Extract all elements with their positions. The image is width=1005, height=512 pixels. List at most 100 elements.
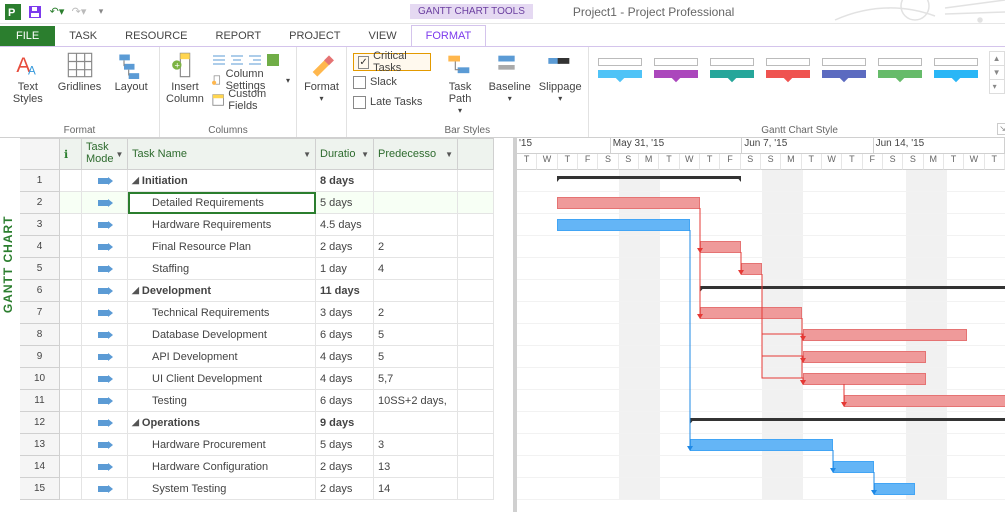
tab-task[interactable]: TASK <box>55 26 111 46</box>
critical-task-bar[interactable] <box>844 395 1005 407</box>
baseline-button[interactable]: Baseline▾ <box>489 51 531 104</box>
row-header[interactable]: 11 <box>20 390 60 412</box>
row-header[interactable]: 8 <box>20 324 60 346</box>
critical-task-bar[interactable] <box>803 329 967 341</box>
slippage-button[interactable]: Slippage▾ <box>539 51 582 104</box>
tab-file[interactable]: FILE <box>0 26 55 46</box>
group-label-ganttstyle: Gantt Chart Style <box>595 125 1005 137</box>
table-row[interactable]: Detailed Requirements5 days <box>60 192 513 214</box>
layout-button[interactable]: Layout <box>109 51 153 93</box>
column-header-info[interactable]: ℹ <box>60 138 82 170</box>
row-header[interactable]: 6 <box>20 280 60 302</box>
gantt-style-gallery[interactable] <box>595 51 981 87</box>
table-row[interactable]: Testing6 days10SS+2 days, <box>60 390 513 412</box>
table-row[interactable]: Hardware Configuration2 days13 <box>60 456 513 478</box>
summary-bar[interactable] <box>700 286 1005 289</box>
task-bar[interactable] <box>833 461 874 473</box>
qat-customize-icon[interactable]: ▾ <box>92 3 110 21</box>
save-icon[interactable] <box>26 3 44 21</box>
row-header[interactable]: 14 <box>20 456 60 478</box>
timescale-day: T <box>517 154 537 170</box>
summary-bar[interactable] <box>557 176 741 179</box>
custom-fields-button[interactable]: Custom Fields <box>212 91 290 109</box>
timescale-day: S <box>883 154 903 170</box>
table-row[interactable]: Final Resource Plan2 days2 <box>60 236 513 258</box>
table-row[interactable]: Technical Requirements3 days2 <box>60 302 513 324</box>
gantt-row <box>517 280 1005 302</box>
column-settings-button[interactable]: Column Settings▾ <box>212 71 290 89</box>
column-header-predecessors[interactable]: Predecesso▼ <box>374 138 458 170</box>
slack-checkbox[interactable]: Slack <box>353 73 431 91</box>
format-button[interactable]: Format▾ <box>303 51 340 104</box>
table-row[interactable]: System Testing2 days14 <box>60 478 513 500</box>
table-row[interactable]: ◢Operations9 days <box>60 412 513 434</box>
row-header[interactable]: 13 <box>20 434 60 456</box>
timescale-day: W <box>537 154 557 170</box>
row-header[interactable]: 15 <box>20 478 60 500</box>
table-row[interactable]: ◢Development11 days <box>60 280 513 302</box>
critical-task-bar[interactable] <box>557 197 700 209</box>
critical-tasks-checkbox[interactable]: Critical Tasks <box>353 53 431 71</box>
table-row[interactable]: Hardware Requirements4.5 days <box>60 214 513 236</box>
gallery-scroll-up-icon[interactable]: ▲ <box>990 52 1004 66</box>
redo-icon[interactable]: ↷▾ <box>70 3 88 21</box>
task-bar[interactable] <box>557 219 690 231</box>
table-row[interactable]: UI Client Development4 days5,7 <box>60 368 513 390</box>
table-row[interactable]: Staffing1 day4 <box>60 258 513 280</box>
table-row[interactable]: Database Development6 days5 <box>60 324 513 346</box>
column-header-mode[interactable]: Task Mode▼ <box>82 138 128 170</box>
timescale-major: Jun 14, '15 <box>874 138 1005 154</box>
row-header[interactable]: 1 <box>20 170 60 192</box>
late-tasks-checkbox[interactable]: Late Tasks <box>353 93 431 111</box>
style-swatch[interactable] <box>875 51 925 87</box>
dialog-launcher-icon[interactable]: ↘ <box>997 123 1005 135</box>
row-header[interactable]: 10 <box>20 368 60 390</box>
style-swatch[interactable] <box>707 51 757 87</box>
gridlines-button[interactable]: Gridlines <box>58 51 102 93</box>
row-header[interactable]: 12 <box>20 412 60 434</box>
chevron-down-icon: ▼ <box>361 150 369 159</box>
gallery-expand-icon[interactable]: ▾ <box>990 80 1004 93</box>
critical-task-bar[interactable] <box>803 351 926 363</box>
row-header[interactable]: 4 <box>20 236 60 258</box>
summary-bar[interactable] <box>690 418 1005 421</box>
gantt-row <box>517 214 1005 236</box>
table-row[interactable]: ◢Initiation8 days <box>60 170 513 192</box>
row-header[interactable]: 2 <box>20 192 60 214</box>
table-row[interactable]: Hardware Procurement5 days3 <box>60 434 513 456</box>
timescale-major: '15 <box>517 138 611 154</box>
task-bar[interactable] <box>690 439 833 451</box>
style-swatch[interactable] <box>595 51 645 87</box>
tab-report[interactable]: REPORT <box>202 26 276 46</box>
gantt-chart[interactable]: '15May 31, '15Jun 7, '15Jun 14, '15 TWTF… <box>517 138 1005 512</box>
table-row[interactable]: API Development4 days5 <box>60 346 513 368</box>
gantt-row <box>517 368 1005 390</box>
row-header[interactable]: 7 <box>20 302 60 324</box>
critical-task-bar[interactable] <box>700 241 741 253</box>
row-header[interactable]: 9 <box>20 346 60 368</box>
style-swatch[interactable] <box>763 51 813 87</box>
tab-project[interactable]: PROJECT <box>275 26 354 46</box>
critical-task-bar[interactable] <box>803 373 926 385</box>
task-path-button[interactable]: Task Path▾ <box>439 51 480 116</box>
tab-format[interactable]: FORMAT <box>411 25 487 46</box>
critical-task-bar[interactable] <box>741 263 762 275</box>
align-row[interactable] <box>212 51 290 69</box>
insert-column-button[interactable]: +Insert Column <box>166 51 204 105</box>
row-header[interactable]: 3 <box>20 214 60 236</box>
task-bar[interactable] <box>874 483 915 495</box>
critical-task-bar[interactable] <box>700 307 802 319</box>
tab-resource[interactable]: RESOURCE <box>111 26 201 46</box>
tab-view[interactable]: VIEW <box>354 26 410 46</box>
row-header[interactable]: 5 <box>20 258 60 280</box>
style-swatch[interactable] <box>651 51 701 87</box>
column-header-add[interactable] <box>458 138 494 170</box>
text-styles-button[interactable]: AAText Styles <box>6 51 50 105</box>
column-header-name[interactable]: Task Name▼ <box>128 138 316 170</box>
task-grid: 123456789101112131415 ℹ Task Mode▼ Task … <box>20 138 517 512</box>
gallery-scroll-down-icon[interactable]: ▼ <box>990 66 1004 80</box>
undo-icon[interactable]: ↶▾ <box>48 3 66 21</box>
style-swatch[interactable] <box>819 51 869 87</box>
style-swatch[interactable] <box>931 51 981 87</box>
column-header-duration[interactable]: Duratio▼ <box>316 138 374 170</box>
